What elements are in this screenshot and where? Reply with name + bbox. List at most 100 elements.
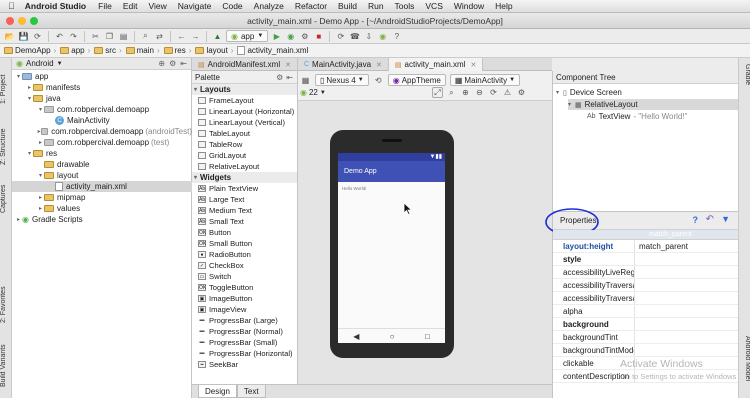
menu-file[interactable]: File (98, 1, 112, 11)
palette-item[interactable]: ✓ CheckBox (192, 260, 297, 271)
collapsed-arrow-icon[interactable]: ▸ (15, 216, 22, 223)
tool-tab-favorites[interactable]: 2: Favorites (0, 276, 12, 334)
property-row[interactable]: alpha (553, 305, 738, 318)
copy-icon[interactable]: ❐ (104, 31, 115, 42)
menu-edit[interactable]: Edit (123, 1, 138, 11)
filter-icon[interactable]: ▼ (721, 214, 730, 224)
tree-item[interactable]: ▸ com.robpercival.demoapp (test) (12, 137, 192, 148)
zoom-out-icon[interactable]: ⊖ (474, 87, 485, 98)
menu-refactor[interactable]: Refactor (295, 1, 327, 11)
sync-icon[interactable]: ⟳ (32, 31, 43, 42)
undo-icon[interactable]: ↶ (54, 31, 65, 42)
collapsed-arrow-icon[interactable]: ▸ (37, 205, 44, 212)
menu-help[interactable]: Help (495, 1, 512, 11)
reset-icon[interactable]: ↶ (706, 214, 714, 225)
redo-icon[interactable]: ↷ (68, 31, 79, 42)
activity-select[interactable]: ▦ MainActivity ▼ (449, 74, 521, 86)
expanded-arrow-icon[interactable]: ▾ (37, 172, 44, 179)
collapsed-arrow-icon[interactable]: ▸ (37, 194, 44, 201)
hide-panel-icon[interactable]: ⇤ (180, 59, 187, 68)
hello-world-textview[interactable]: Hello World! (342, 186, 366, 191)
editor-tab[interactable]: C MainActivity.java ✕ (298, 58, 389, 71)
breadcrumb-item[interactable]: src › (92, 46, 123, 55)
palette-item[interactable]: ▣ ImageButton (192, 293, 297, 304)
sdk-manager-icon[interactable]: ⇩ (363, 31, 374, 42)
tree-item[interactable]: drawable (12, 159, 192, 170)
palette-item[interactable]: ▬ ProgressBar (Horizontal) (192, 348, 297, 359)
refresh-icon[interactable]: ⟳ (488, 87, 499, 98)
property-row[interactable]: accessibilityTraversalBefore (553, 292, 738, 305)
stop-icon[interactable]: ■ (313, 31, 324, 42)
apple-icon[interactable]:  (8, 1, 15, 11)
palette-item[interactable]: OK Button (192, 227, 297, 238)
palette-item[interactable]: ▭ Switch (192, 271, 297, 282)
component-tree-node[interactable]: ▾ ▦ RelativeLayout (568, 99, 738, 110)
project-view-mode-select[interactable]: Android (26, 59, 54, 68)
make-project-icon[interactable]: ▲ (212, 31, 223, 42)
back-nav-icon[interactable]: ◀ (353, 332, 359, 341)
run-config-select[interactable]: ◉ app ▼ (226, 30, 269, 42)
paste-icon[interactable]: ▤ (118, 31, 129, 42)
forward-icon[interactable]: → (190, 31, 201, 42)
zoom-in-icon[interactable]: ⊕ (460, 87, 471, 98)
palette-item[interactable]: RelativeLayout (192, 161, 297, 172)
gear-icon[interactable]: ⚙ (169, 59, 176, 68)
recents-nav-icon[interactable]: □ (425, 332, 430, 341)
run-icon[interactable]: ▶ (271, 31, 282, 42)
palette-item[interactable]: LinearLayout (Horizontal) (192, 106, 297, 117)
tool-tab-structure[interactable]: Z: Structure (0, 118, 12, 176)
palette-item[interactable]: ━ SeekBar (192, 359, 297, 370)
close-tab-icon[interactable]: ✕ (470, 61, 476, 69)
tree-item[interactable]: C MainActivity (12, 115, 192, 126)
property-row[interactable]: accessibilityTraversalAfter (553, 279, 738, 292)
close-tab-icon[interactable]: ✕ (285, 61, 291, 69)
menu-vcs[interactable]: VCS (425, 1, 442, 11)
find-icon[interactable]: ⌕ (140, 31, 151, 42)
breadcrumb-item[interactable]: DemoApp › (2, 46, 58, 55)
breadcrumb-item[interactable]: main › (124, 46, 162, 55)
menu-navigate[interactable]: Navigate (178, 1, 212, 11)
palette-item[interactable]: LinearLayout (Vertical) (192, 117, 297, 128)
menu-window[interactable]: Window (454, 1, 484, 11)
menu-code[interactable]: Code (222, 1, 242, 11)
open-icon[interactable]: 📂 (4, 31, 15, 42)
hide-panel-icon[interactable]: ⇤ (286, 73, 293, 82)
menu-build[interactable]: Build (338, 1, 357, 11)
palette-item[interactable]: ▬ ProgressBar (Normal) (192, 326, 297, 337)
back-icon[interactable]: ← (176, 31, 187, 42)
breadcrumb-item[interactable]: res › (162, 46, 194, 55)
theme-select[interactable]: ◉ AppTheme (387, 74, 446, 86)
property-row[interactable]: accessibilityLiveRegion (553, 266, 738, 279)
palette-item[interactable]: ▣ ImageView (192, 304, 297, 315)
tree-item[interactable]: ▾ layout (12, 170, 192, 181)
menu-analyze[interactable]: Analyze (254, 1, 284, 11)
menu-tools[interactable]: Tools (395, 1, 415, 11)
actual-size-icon[interactable]: ⌕ (446, 87, 457, 98)
palette-item[interactable]: Ab Medium Text (192, 205, 297, 216)
breadcrumb-item[interactable]: layout › (193, 46, 235, 55)
debug-icon[interactable]: ◉ (285, 31, 296, 42)
tool-tab-android-model[interactable]: Android Model (740, 336, 750, 394)
tree-item[interactable]: ▸ manifests (12, 82, 192, 93)
palette-item[interactable]: ▬ ProgressBar (Large) (192, 315, 297, 326)
menu-view[interactable]: View (149, 1, 167, 11)
tool-tab-project[interactable]: 1: Project (0, 64, 12, 114)
palette-category[interactable]: ▾ Widgets (192, 172, 297, 183)
tree-item[interactable]: ▾ java (12, 93, 192, 104)
orientation-icon[interactable]: ⟲ (373, 75, 384, 86)
property-value[interactable]: match_parent (635, 242, 688, 251)
breadcrumb-item[interactable]: activity_main.xml (235, 46, 310, 55)
help-icon[interactable]: ? (391, 31, 402, 42)
editor-tab[interactable]: ▤ AndroidManifest.xml ✕ (192, 58, 298, 71)
zoom-to-fit-icon[interactable]: ⤢ (432, 87, 443, 98)
tree-item[interactable]: ▸ com.robpercival.demoapp (androidTest) (12, 126, 192, 137)
tab-design[interactable]: Design (198, 385, 237, 398)
palette-item[interactable]: OK Small Button (192, 238, 297, 249)
palette-item[interactable]: TableRow (192, 139, 297, 150)
api-level-select[interactable]: 22 (309, 88, 318, 97)
close-tab-icon[interactable]: ✕ (376, 61, 382, 69)
attach-debugger-icon[interactable]: ⚙ (299, 31, 310, 42)
cut-icon[interactable]: ✂ (90, 31, 101, 42)
expanded-arrow-icon[interactable]: ▾ (26, 95, 33, 102)
tree-item[interactable]: activity_main.xml (12, 181, 192, 192)
